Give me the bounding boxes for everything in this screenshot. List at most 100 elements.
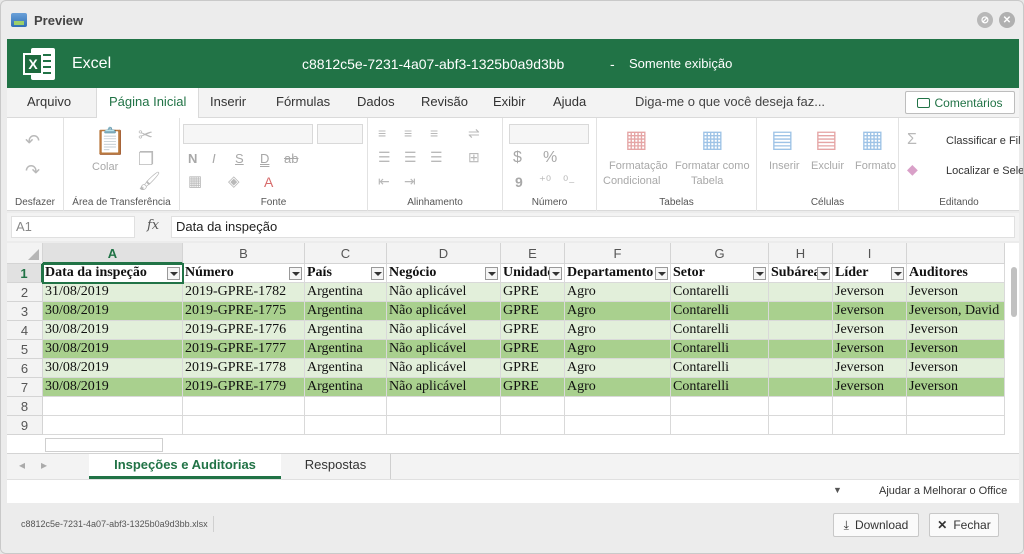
- paste-icon[interactable]: 📋: [94, 128, 126, 154]
- select-all-corner[interactable]: [7, 243, 43, 264]
- table-cell[interactable]: [769, 321, 833, 340]
- format-painter-icon[interactable]: 🖌: [138, 172, 161, 190]
- empty-cell[interactable]: [305, 416, 387, 435]
- header-cell[interactable]: Número: [183, 264, 305, 283]
- row-header[interactable]: 1: [7, 264, 43, 283]
- tab-inserir[interactable]: Inserir: [210, 88, 246, 118]
- format-cells-icon[interactable]: ▦: [861, 128, 884, 152]
- empty-cell[interactable]: [671, 397, 769, 416]
- formula-input[interactable]: Data da inspeção: [171, 216, 1015, 238]
- table-cell[interactable]: 30/08/2019: [43, 378, 183, 397]
- cut-icon[interactable]: ✂: [138, 126, 153, 144]
- table-cell[interactable]: 30/08/2019: [43, 359, 183, 378]
- sheet-next-icon[interactable]: ▸: [41, 458, 47, 472]
- download-button[interactable]: ⤓ Download: [833, 513, 919, 537]
- table-cell[interactable]: 2019-GPRE-1775: [183, 302, 305, 321]
- column-header[interactable]: I: [833, 243, 907, 264]
- align-left-icon[interactable]: ☰: [378, 150, 391, 164]
- increase-decimal-icon[interactable]: ⁺⁰: [539, 174, 551, 187]
- table-cell[interactable]: Jeverson: [833, 302, 907, 321]
- table-cell[interactable]: 2019-GPRE-1782: [183, 283, 305, 302]
- header-cell[interactable]: Auditores: [907, 264, 1005, 283]
- table-cell[interactable]: Jeverson: [907, 340, 1005, 359]
- sheet-tab-respostas[interactable]: Respostas: [281, 454, 391, 479]
- empty-cell[interactable]: [833, 397, 907, 416]
- copy-icon[interactable]: ❐: [138, 150, 154, 168]
- table-cell[interactable]: Jeverson: [907, 283, 1005, 302]
- bold-button[interactable]: N: [188, 151, 197, 166]
- empty-cell[interactable]: [907, 397, 1005, 416]
- underline-button[interactable]: S: [235, 151, 244, 166]
- empty-cell[interactable]: [565, 416, 671, 435]
- table-cell[interactable]: Não aplicável: [387, 359, 501, 378]
- table-cell[interactable]: Agro: [565, 321, 671, 340]
- filter-dropdown-icon[interactable]: [891, 267, 904, 280]
- table-cell[interactable]: [769, 359, 833, 378]
- table-cell[interactable]: Argentina: [305, 283, 387, 302]
- header-cell[interactable]: Negócio: [387, 264, 501, 283]
- font-family-select[interactable]: [183, 124, 313, 144]
- column-header[interactable]: G: [671, 243, 769, 264]
- filter-dropdown-icon[interactable]: [753, 267, 766, 280]
- table-cell[interactable]: Argentina: [305, 302, 387, 321]
- empty-cell[interactable]: [387, 397, 501, 416]
- wrap-text-icon[interactable]: ⇌: [468, 126, 480, 140]
- table-cell[interactable]: 31/08/2019: [43, 283, 183, 302]
- table-cell[interactable]: Contarelli: [671, 378, 769, 397]
- table-cell[interactable]: Jeverson: [907, 321, 1005, 340]
- format-as-table-icon[interactable]: ▦: [701, 128, 724, 152]
- table-cell[interactable]: GPRE: [501, 340, 565, 359]
- autosum-icon[interactable]: Σ: [907, 132, 917, 148]
- sort-filter-button[interactable]: Classificar e Fil: [946, 135, 1021, 147]
- table-cell[interactable]: Contarelli: [671, 321, 769, 340]
- row-header[interactable]: 3: [7, 302, 43, 321]
- empty-cell[interactable]: [833, 416, 907, 435]
- insert-cells-icon[interactable]: ▤: [771, 128, 794, 152]
- comments-button[interactable]: Comentários: [905, 91, 1015, 114]
- table-cell[interactable]: 30/08/2019: [43, 340, 183, 359]
- empty-cell[interactable]: [183, 397, 305, 416]
- stop-icon[interactable]: ⊘: [977, 12, 993, 28]
- align-right-icon[interactable]: ☰: [430, 150, 443, 164]
- column-header[interactable]: E: [501, 243, 565, 264]
- align-top-icon[interactable]: ≡: [378, 126, 386, 140]
- tab-formulas[interactable]: Fórmulas: [276, 88, 330, 118]
- horizontal-scrollbar[interactable]: [45, 438, 163, 452]
- table-cell[interactable]: Argentina: [305, 321, 387, 340]
- empty-cell[interactable]: [907, 416, 1005, 435]
- empty-cell[interactable]: [43, 397, 183, 416]
- table-cell[interactable]: 30/08/2019: [43, 302, 183, 321]
- column-header[interactable]: C: [305, 243, 387, 264]
- table-cell[interactable]: Jeverson: [907, 378, 1005, 397]
- comma-style-button[interactable]: 9: [515, 174, 523, 190]
- tell-me-search[interactable]: Diga-me o que você deseja faz...: [635, 88, 825, 116]
- decrease-indent-icon[interactable]: ⇤: [378, 174, 390, 188]
- empty-cell[interactable]: [565, 397, 671, 416]
- table-cell[interactable]: Argentina: [305, 340, 387, 359]
- filter-dropdown-icon[interactable]: [289, 267, 302, 280]
- table-cell[interactable]: Argentina: [305, 359, 387, 378]
- empty-cell[interactable]: [387, 416, 501, 435]
- close-icon[interactable]: ✕: [999, 12, 1015, 28]
- close-button[interactable]: ✕ Fechar: [929, 513, 999, 537]
- empty-cell[interactable]: [671, 416, 769, 435]
- row-header[interactable]: 4: [7, 321, 43, 340]
- header-cell[interactable]: Data da inspeção: [43, 264, 183, 283]
- table-cell[interactable]: Não aplicável: [387, 340, 501, 359]
- table-cell[interactable]: Não aplicável: [387, 302, 501, 321]
- table-cell[interactable]: Jeverson: [833, 283, 907, 302]
- table-cell[interactable]: Contarelli: [671, 340, 769, 359]
- filter-dropdown-icon[interactable]: [549, 267, 562, 280]
- table-cell[interactable]: Agro: [565, 283, 671, 302]
- empty-cell[interactable]: [769, 397, 833, 416]
- table-cell[interactable]: 2019-GPRE-1779: [183, 378, 305, 397]
- borders-icon[interactable]: ▦: [188, 174, 202, 189]
- redo-icon[interactable]: ↷: [25, 162, 40, 180]
- table-cell[interactable]: Jeverson: [907, 359, 1005, 378]
- fx-icon[interactable]: fx: [147, 218, 159, 233]
- table-cell[interactable]: GPRE: [501, 359, 565, 378]
- conditional-formatting-icon[interactable]: ▦: [625, 128, 648, 152]
- table-cell[interactable]: Jeverson: [833, 340, 907, 359]
- font-size-select[interactable]: [317, 124, 363, 144]
- table-cell[interactable]: Agro: [565, 302, 671, 321]
